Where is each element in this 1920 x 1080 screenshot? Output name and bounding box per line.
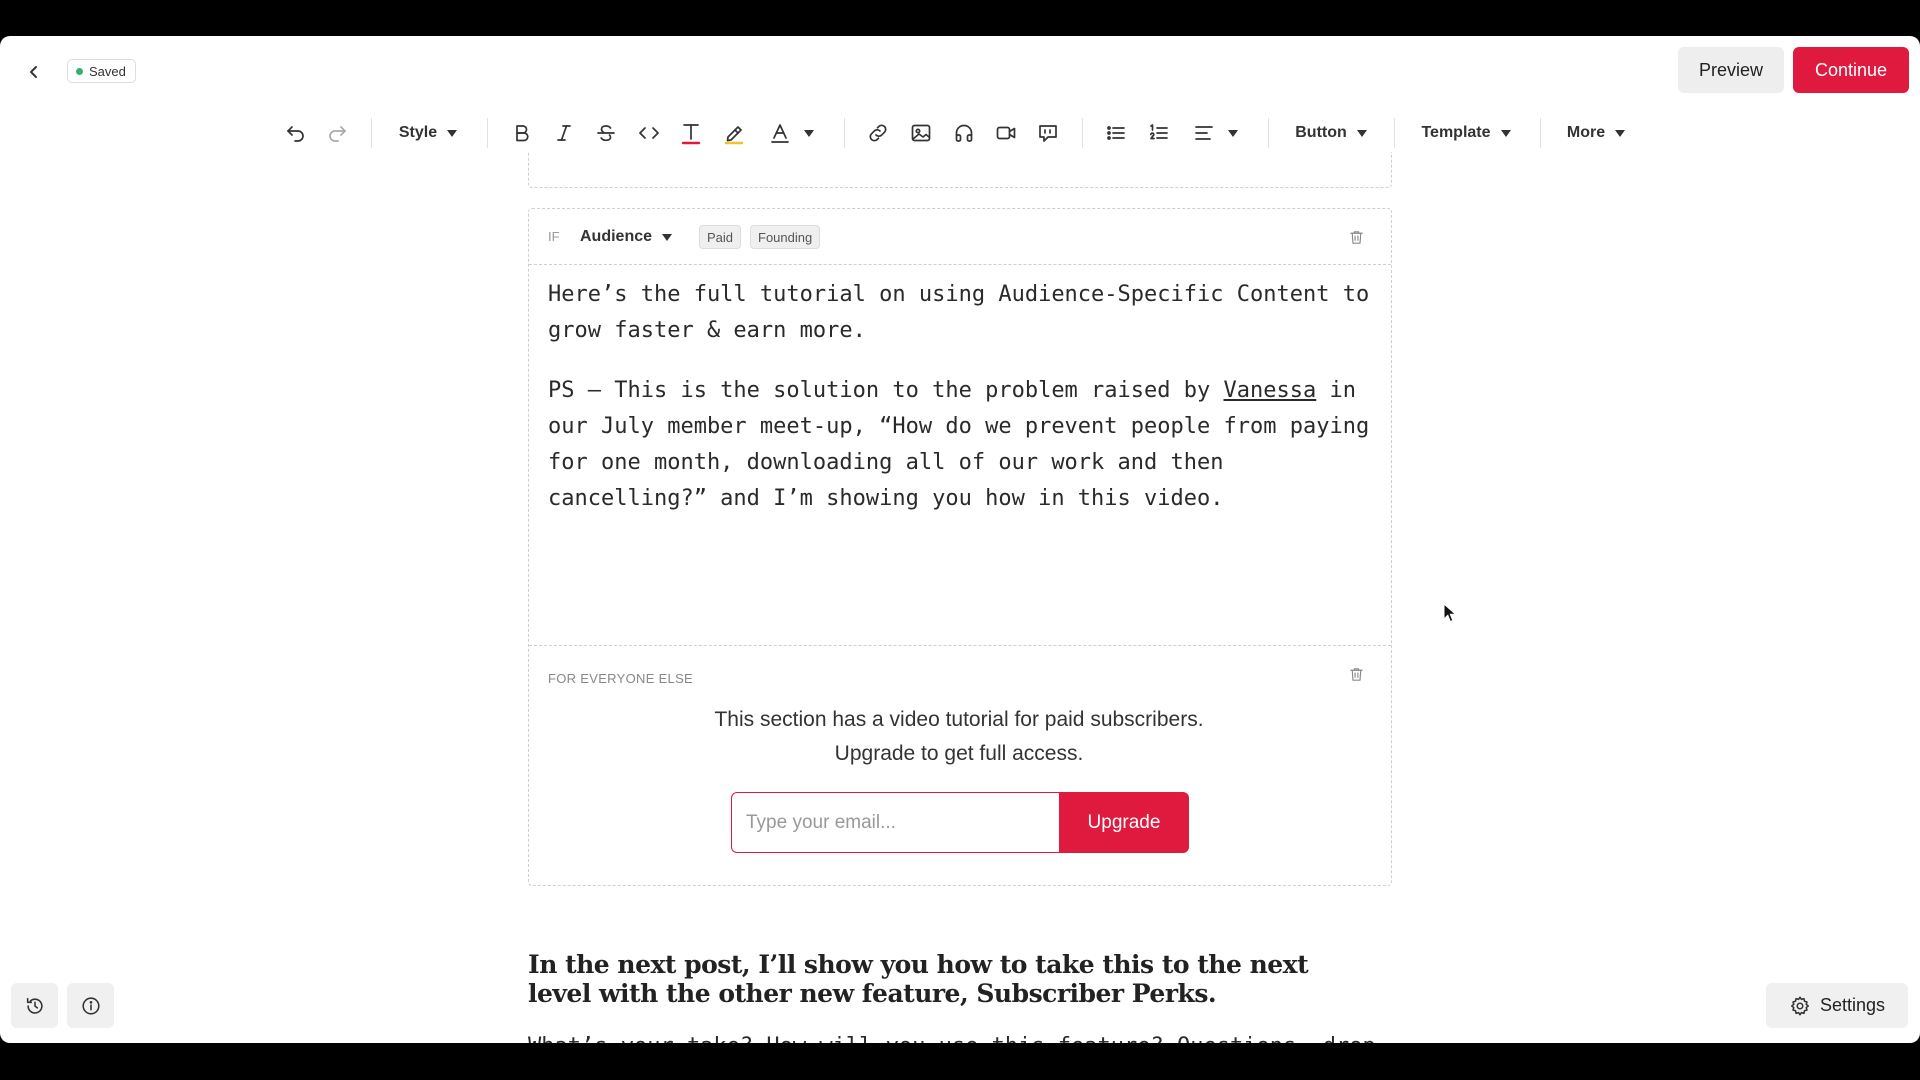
delete-else-button[interactable] [1344,662,1368,686]
italic-icon [557,125,571,141]
closing-paragraph[interactable]: What’s your take? How will you use this … [528,1029,1378,1043]
caret-down-icon [1356,129,1367,137]
redo-button[interactable] [323,114,351,152]
chevron-left-icon [30,66,37,78]
caret-down-icon [447,129,458,137]
toolbar-divider [487,118,488,148]
delete-condition-button[interactable] [1344,225,1368,249]
previous-block[interactable] [528,152,1392,188]
audience-conditional-block[interactable]: IF Audience Paid Founding Here’s the ful… [528,208,1392,886]
bullet-list-icon [1107,126,1125,140]
editor-window: Saved Preview Continue Style Button Temp… [0,36,1920,1043]
more-dropdown-label: More [1566,124,1606,141]
audience-dropdown[interactable]: Audience [580,223,673,251]
numbered-list-icon [1149,124,1168,140]
trash-icon [1349,667,1363,681]
strikethrough-icon [597,125,615,142]
audience-paragraph-1[interactable]: Here’s the full tutorial on using Audien… [548,277,1378,349]
code-button[interactable] [635,114,663,152]
style-dropdown-label: Style [398,124,438,141]
caret-down-icon [1500,129,1511,137]
template-dropdown[interactable]: Template [1418,114,1514,152]
button-dropdown-label: Button [1295,124,1347,141]
redo-icon [329,126,346,142]
audio-icon [955,124,973,142]
more-dropdown[interactable]: More [1564,114,1628,152]
toolbar-divider [1268,118,1269,148]
caret-down-icon [1228,129,1238,137]
undo-icon [287,126,304,142]
condition-header: IF Audience Paid Founding [529,209,1391,265]
formatting-toolbar: Style Button Template More [0,114,1920,152]
text-color-icon [681,124,701,145]
quote-icon [1039,125,1057,142]
saved-label: Saved [89,63,126,79]
bullet-list-button[interactable] [1102,114,1130,152]
highlight-icon [724,126,744,145]
if-label: IF [548,229,560,244]
text-color-button[interactable] [677,114,705,152]
font-color-icon [771,124,789,143]
settings-button[interactable]: Settings [1766,983,1908,1028]
highlight-button[interactable] [720,114,748,152]
link-icon [869,124,887,142]
caret-down-icon [662,233,673,241]
email-input[interactable] [731,792,1059,853]
toolbar-divider [1394,118,1395,148]
gear-icon [1790,996,1809,1015]
quote-button[interactable] [1034,114,1062,152]
history-button[interactable] [11,983,58,1028]
continue-button[interactable]: Continue [1793,47,1909,93]
settings-label: Settings [1819,995,1886,1015]
toolbar-divider [1540,118,1541,148]
numbered-list-button[interactable] [1145,114,1173,152]
bold-button[interactable] [508,114,536,152]
image-icon [911,124,931,142]
else-divider [529,645,1391,646]
audience-tag-founding[interactable]: Founding [750,225,821,249]
code-icon [639,127,659,139]
button-dropdown[interactable]: Button [1292,114,1370,152]
audience-tag-paid[interactable]: Paid [699,225,742,249]
trash-icon [1349,230,1363,244]
video-button[interactable] [992,114,1020,152]
info-icon [81,996,100,1015]
audience-dropdown-label: Audience [580,228,653,245]
saved-dot-icon [76,67,83,75]
template-dropdown-label: Template [1421,124,1491,141]
top-bar: Saved Preview Continue [0,36,1920,108]
info-button[interactable] [67,983,114,1028]
caret-down-icon [804,129,814,137]
toolbar-divider [1082,118,1083,148]
upgrade-button[interactable]: Upgrade [1059,792,1189,853]
history-icon [26,997,43,1014]
bold-icon [516,125,529,142]
alignment-dropdown[interactable] [1190,114,1240,152]
font-color-dropdown[interactable] [766,114,816,152]
style-dropdown[interactable]: Style [395,114,461,152]
align-icon [1195,126,1213,140]
mouse-pointer-icon [1443,603,1457,623]
saved-status-badge: Saved [67,59,136,83]
toolbar-divider [844,118,845,148]
everyone-else-label: FOR EVERYONE ELSE [548,671,694,686]
audio-button[interactable] [950,114,978,152]
vanessa-link[interactable]: Vanessa [1224,378,1317,403]
preview-button[interactable]: Preview [1678,47,1784,93]
toolbar-divider [371,118,372,148]
undo-button[interactable] [282,114,310,152]
audience-paragraph-2[interactable]: PS — This is the solution to the problem… [548,373,1378,517]
back-button[interactable] [22,60,46,84]
paragraph-2-text-before: PS — This is the solution to the problem… [548,378,1224,403]
video-icon [996,126,1016,140]
caret-down-icon [1615,129,1626,137]
italic-button[interactable] [550,114,578,152]
next-post-heading[interactable]: In the next post, I’ll show you how to t… [528,950,1378,1008]
paywall-message: This section has a video tutorial for pa… [714,708,1204,765]
strikethrough-button[interactable] [592,114,620,152]
image-button[interactable] [907,114,935,152]
editor-content[interactable]: IF Audience Paid Founding Here’s the ful… [0,152,1920,1043]
link-button[interactable] [864,114,892,152]
